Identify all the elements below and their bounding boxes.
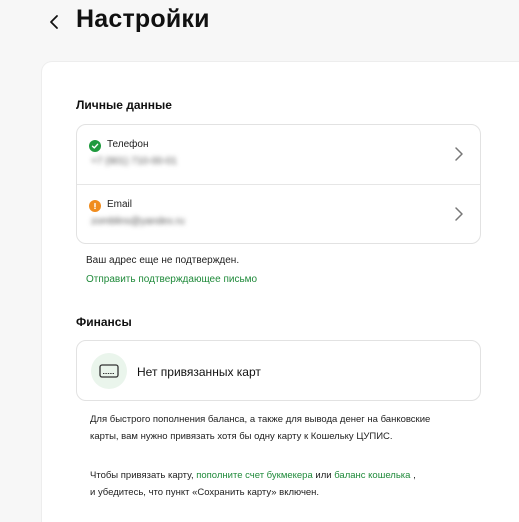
- personal-section-title: Личные данные: [76, 98, 172, 112]
- no-cards-card: Нет привязанных карт: [76, 340, 481, 401]
- chevron-left-icon: [50, 15, 58, 29]
- card-icon-badge: [91, 353, 127, 389]
- bank-card-icon: [99, 364, 119, 378]
- wallet-balance-link[interactable]: баланс кошелька: [334, 470, 410, 481]
- bind-prefix: Чтобы привязать карту,: [90, 470, 197, 481]
- email-row[interactable]: Email zomblins@yandex.ru: [77, 185, 480, 244]
- finance-info-text: Для быстрого пополнения баланса, а также…: [90, 414, 431, 442]
- bind-card-instructions: Чтобы привязать карту, пополните счет бу…: [90, 467, 460, 501]
- phone-value: +7 (901) 710-00-01: [91, 156, 177, 167]
- no-cards-label: Нет привязанных карт: [137, 365, 261, 379]
- phone-row[interactable]: Телефон +7 (901) 710-00-01: [77, 125, 480, 185]
- top-up-bookmaker-link[interactable]: пополните счет букмекера: [196, 470, 313, 481]
- finance-section-title: Финансы: [76, 315, 132, 329]
- send-confirmation-link[interactable]: Отправить подтверждающее письмо: [86, 274, 257, 285]
- email-label: Email: [107, 199, 133, 210]
- page-header: Настройки: [0, 0, 519, 50]
- bind-or: или: [312, 470, 335, 481]
- chevron-right-icon: [455, 207, 463, 221]
- bind-line2: и убедитесь, что пункт «Сохранить карту»…: [90, 487, 320, 498]
- unverified-note: Ваш адрес еще не подтвержден.: [86, 255, 240, 266]
- email-value: zomblins@yandex.ru: [91, 216, 185, 227]
- back-button[interactable]: [44, 10, 64, 34]
- bind-suffix: ,: [410, 470, 416, 481]
- chevron-right-icon: [455, 147, 463, 161]
- phone-label: Телефон: [107, 139, 149, 150]
- personal-data-card: Телефон +7 (901) 710-00-01 Email zomblin…: [76, 124, 481, 244]
- warning-icon: [89, 200, 101, 212]
- page-title: Настройки: [76, 5, 210, 33]
- check-icon: [89, 140, 101, 152]
